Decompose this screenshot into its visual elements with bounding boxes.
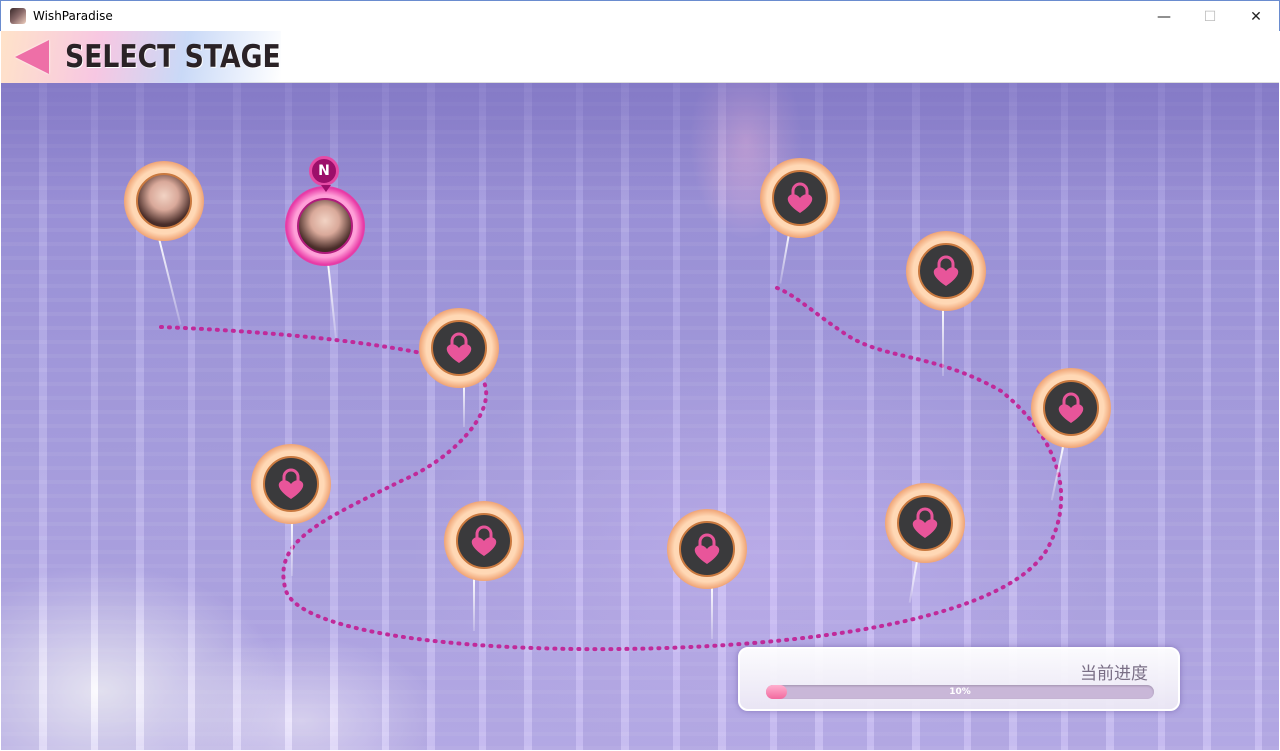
close-button[interactable]: ✕ — [1233, 1, 1279, 32]
stage-node-5[interactable] — [444, 501, 524, 581]
stage-node-10[interactable] — [885, 483, 965, 563]
progress-panel: 当前进度 10% — [738, 647, 1180, 711]
stage-node-8[interactable] — [906, 231, 986, 311]
new-badge: N — [309, 156, 339, 192]
stage-node-7[interactable] — [760, 158, 840, 238]
window-titlebar: WishParadise — ☐ ✕ — [0, 0, 1280, 31]
heart-lock-icon — [446, 332, 472, 363]
stage-node-3[interactable] — [419, 308, 499, 388]
heart-lock-icon — [912, 507, 938, 538]
character-portrait — [297, 198, 353, 254]
window-controls: — ☐ ✕ — [1141, 1, 1279, 32]
stage-node-1[interactable] — [124, 161, 204, 241]
stage-pin — [473, 576, 475, 631]
progress-value: 10% — [949, 687, 971, 697]
window-title: WishParadise — [33, 9, 113, 23]
progress-bar: 10% — [766, 685, 1154, 699]
heart-lock-icon — [1058, 392, 1084, 423]
heart-lock-icon — [278, 468, 304, 499]
game-viewport: SELECT STAGE N 当前进度 10% — [1, 31, 1279, 750]
stage-node-2[interactable] — [285, 186, 365, 266]
stage-node-9[interactable] — [1031, 368, 1111, 448]
stage-node-4[interactable] — [251, 444, 331, 524]
stage-pin — [463, 381, 465, 427]
heart-lock-icon — [694, 533, 720, 564]
app-icon — [10, 8, 26, 24]
stage-pin — [711, 584, 713, 639]
heart-lock-icon — [471, 525, 497, 556]
heart-lock-icon — [933, 255, 959, 286]
stage-pin — [291, 516, 293, 576]
stage-pin — [942, 306, 944, 376]
stage-node-6[interactable] — [667, 509, 747, 589]
character-portrait — [136, 173, 192, 229]
progress-label: 当前进度 — [1080, 664, 1148, 684]
minimize-button[interactable]: — — [1141, 1, 1187, 32]
maximize-button[interactable]: ☐ — [1187, 1, 1233, 32]
heart-lock-icon — [787, 182, 813, 213]
